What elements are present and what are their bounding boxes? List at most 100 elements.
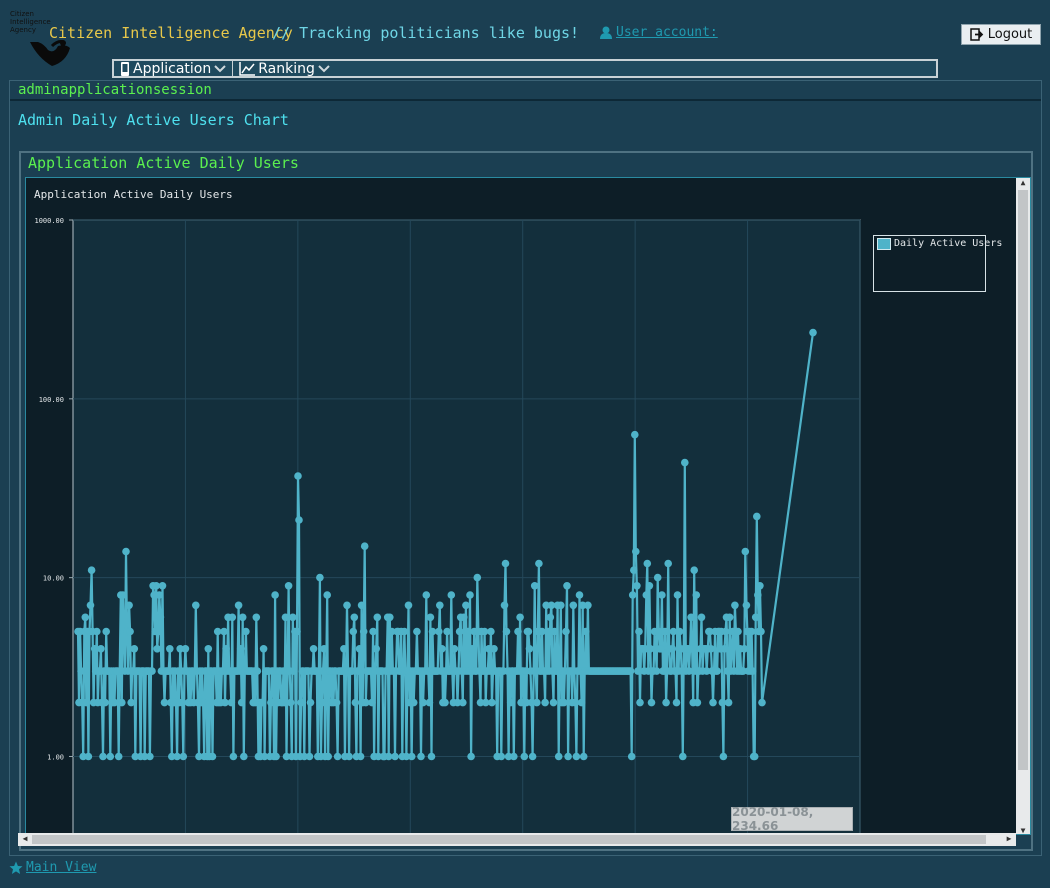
- data-point[interactable]: [664, 559, 672, 568]
- data-point[interactable]: [357, 601, 366, 610]
- main-view-link[interactable]: Main View: [26, 860, 96, 875]
- data-point[interactable]: [632, 547, 640, 556]
- data-point[interactable]: [359, 627, 368, 636]
- data-point[interactable]: [725, 613, 734, 622]
- data-point[interactable]: [466, 591, 474, 599]
- data-point[interactable]: [756, 582, 764, 590]
- data-point[interactable]: [332, 698, 341, 707]
- data-point[interactable]: [528, 752, 537, 761]
- data-point[interactable]: [719, 752, 728, 761]
- data-point[interactable]: [166, 645, 174, 653]
- data-point[interactable]: [720, 645, 729, 653]
- data-point[interactable]: [487, 627, 495, 636]
- data-point[interactable]: [427, 752, 436, 761]
- data-point[interactable]: [259, 645, 268, 653]
- data-point[interactable]: [286, 698, 295, 707]
- data-point[interactable]: [253, 667, 262, 675]
- data-point[interactable]: [422, 591, 431, 599]
- data-point[interactable]: [355, 645, 364, 653]
- data-point[interactable]: [435, 627, 443, 636]
- data-point[interactable]: [349, 627, 358, 636]
- data-point[interactable]: [122, 547, 130, 556]
- data-point[interactable]: [502, 627, 511, 636]
- data-point[interactable]: [535, 559, 543, 568]
- data-point[interactable]: [582, 627, 590, 636]
- data-point[interactable]: [564, 752, 572, 761]
- data-point[interactable]: [557, 601, 565, 610]
- data-point[interactable]: [281, 613, 290, 622]
- data-point[interactable]: [258, 698, 267, 707]
- data-point[interactable]: [753, 512, 761, 521]
- data-point[interactable]: [462, 601, 470, 610]
- data-point[interactable]: [242, 627, 250, 636]
- data-point[interactable]: [672, 698, 681, 707]
- user-account[interactable]: User account:: [600, 25, 718, 40]
- horizontal-scrollbar[interactable]: ◀ ▶: [18, 833, 1016, 846]
- data-point[interactable]: [713, 667, 721, 675]
- data-point[interactable]: [238, 613, 247, 622]
- data-point[interactable]: [114, 752, 123, 761]
- data-point[interactable]: [356, 752, 365, 761]
- data-point[interactable]: [500, 601, 509, 610]
- data-point[interactable]: [267, 698, 275, 707]
- data-point[interactable]: [110, 698, 119, 707]
- menu-item-ranking[interactable]: Ranking: [233, 61, 336, 77]
- data-point[interactable]: [809, 328, 817, 337]
- data-point[interactable]: [690, 566, 698, 574]
- data-point[interactable]: [101, 698, 109, 707]
- scroll-down-arrow-icon[interactable]: ▼: [1018, 826, 1028, 834]
- data-point[interactable]: [751, 613, 760, 622]
- data-point[interactable]: [297, 698, 305, 707]
- data-point[interactable]: [351, 698, 360, 707]
- data-point[interactable]: [443, 627, 451, 636]
- data-point[interactable]: [234, 601, 243, 610]
- data-point[interactable]: [636, 698, 644, 707]
- data-point[interactable]: [438, 645, 446, 653]
- data-point[interactable]: [742, 601, 751, 610]
- data-point[interactable]: [642, 591, 651, 599]
- data-point[interactable]: [441, 698, 449, 707]
- data-point[interactable]: [146, 752, 154, 761]
- data-point[interactable]: [501, 559, 510, 568]
- data-point[interactable]: [220, 627, 228, 636]
- data-point[interactable]: [546, 613, 555, 622]
- data-point[interactable]: [409, 698, 418, 707]
- vertical-scroll-thumb[interactable]: [1018, 190, 1028, 770]
- data-point[interactable]: [84, 752, 93, 761]
- data-point[interactable]: [577, 698, 586, 707]
- data-point[interactable]: [229, 752, 238, 761]
- data-point[interactable]: [662, 698, 670, 707]
- data-point[interactable]: [360, 542, 369, 550]
- data-point[interactable]: [208, 752, 217, 761]
- data-point[interactable]: [626, 667, 635, 675]
- data-point[interactable]: [158, 582, 167, 590]
- data-point[interactable]: [459, 698, 467, 707]
- data-point[interactable]: [404, 601, 413, 610]
- data-point[interactable]: [316, 573, 324, 582]
- data-point[interactable]: [350, 613, 359, 622]
- data-point[interactable]: [731, 601, 739, 610]
- data-point[interactable]: [373, 613, 382, 622]
- scroll-up-arrow-icon[interactable]: ▲: [1018, 178, 1028, 188]
- data-point[interactable]: [734, 627, 742, 636]
- daily-active-users-chart[interactable]: 1000.00 100.00 10.00 1.00: [26, 178, 1016, 835]
- data-point[interactable]: [661, 627, 669, 636]
- data-point[interactable]: [425, 698, 434, 707]
- data-point[interactable]: [560, 698, 568, 707]
- data-point[interactable]: [324, 752, 333, 761]
- data-point[interactable]: [236, 645, 245, 653]
- scroll-left-arrow-icon[interactable]: ◀: [20, 834, 30, 844]
- data-point[interactable]: [584, 601, 592, 610]
- data-point[interactable]: [106, 752, 115, 761]
- data-point[interactable]: [295, 516, 303, 524]
- data-point[interactable]: [490, 645, 498, 653]
- data-point[interactable]: [533, 698, 541, 707]
- data-point[interactable]: [707, 645, 715, 653]
- data-point[interactable]: [668, 645, 677, 653]
- data-point[interactable]: [118, 698, 126, 707]
- data-point[interactable]: [460, 613, 468, 622]
- horizontal-scroll-thumb[interactable]: [32, 835, 986, 844]
- data-point[interactable]: [289, 613, 297, 622]
- data-point[interactable]: [697, 613, 706, 622]
- data-point[interactable]: [391, 752, 399, 761]
